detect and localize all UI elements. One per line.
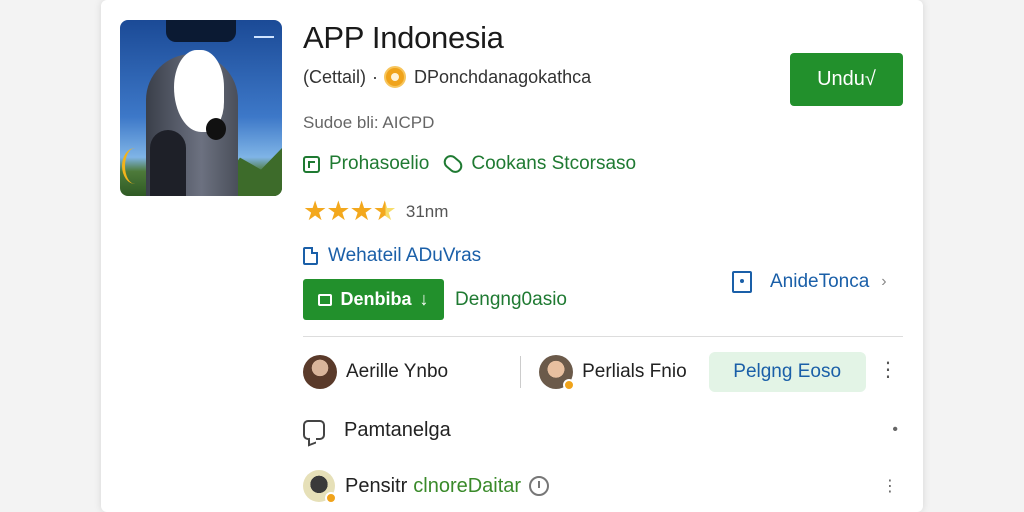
vertical-divider (520, 356, 522, 388)
arch-graphic (150, 130, 186, 196)
avatar[interactable] (539, 355, 576, 391)
separator: · (372, 66, 379, 87)
avatar (303, 470, 337, 504)
app-subline: Sudoe bli: AICPD (303, 113, 435, 132)
arc-graphic (122, 148, 148, 184)
more-vert-icon[interactable]: ⋮ (882, 476, 898, 496)
developer-badge-icon (384, 66, 407, 88)
download-button[interactable]: Denbiba ↓ (303, 279, 444, 320)
tags-row: Prohasoelio Cookans Stcorsaso (303, 152, 636, 176)
side-link-label: AnideTonca (770, 271, 870, 292)
list-item-label: Pamtanelga (344, 418, 451, 441)
chat-bubble-icon (303, 420, 325, 440)
star-rating: ★★★★ (303, 196, 397, 227)
star-half-icon: ★ (372, 196, 397, 226)
developer-link[interactable]: DPonchdanagokathca (414, 67, 591, 88)
phone-notch-graphic (166, 20, 236, 42)
app-title: APP Indonesia (303, 20, 504, 55)
box-icon (318, 293, 333, 306)
users-row: Aerille Ynbo Perlials Fnio Pelgng Eoso ⋮ (303, 352, 903, 392)
badge-icon (563, 379, 576, 391)
rating-row: ★★★★ 31nm (303, 196, 448, 227)
install-button[interactable]: Undu√ (790, 53, 903, 106)
more-dot-icon[interactable]: • (892, 421, 898, 439)
info-square-icon (732, 271, 752, 293)
list-item[interactable]: Pamtanelga • (303, 413, 903, 447)
download-status: Dengng0asio (455, 288, 567, 310)
status-bar-graphic (254, 36, 274, 42)
category-icon (303, 155, 320, 173)
avatar[interactable] (303, 355, 337, 389)
app-detail-card: APP Indonesia (Cettail) · DPonchdanagoka… (101, 0, 923, 512)
list-item[interactable]: Pensitr clnoreDaitar ⋮ (303, 469, 903, 504)
list-item-green-label[interactable]: clnoreDaitar (413, 475, 521, 498)
star-icon: ★ (303, 196, 327, 226)
chevron-right-icon: › (881, 273, 887, 290)
developer-row: (Cettail) · DPonchdanagokathca (303, 66, 591, 88)
star-icon: ★ (349, 196, 373, 226)
rating-count: 31nm (405, 201, 449, 221)
tag-second[interactable]: Cookans Stcorsaso (471, 153, 636, 175)
detail-label: (Cettail) (303, 66, 367, 87)
dot-graphic (206, 118, 226, 140)
more-vert-icon[interactable]: ⋮ (878, 360, 898, 380)
pill-button[interactable]: Pelgng Eoso (708, 352, 866, 392)
badge-icon (325, 492, 337, 504)
list-item-label: Pensitr (345, 474, 408, 497)
divider (303, 336, 903, 337)
user-name[interactable]: Aerille Ynbo (346, 361, 448, 383)
arrow-down-icon: ↓ (419, 289, 429, 309)
action-row: Denbiba ↓ Dengng0asio (303, 279, 567, 320)
star-icon: ★ (326, 196, 350, 226)
download-label: Denbiba (340, 289, 412, 309)
app-icon[interactable] (120, 20, 282, 196)
tag-icon (441, 152, 466, 176)
website-link[interactable]: Wehateil ADuVras (303, 245, 481, 267)
document-icon (303, 247, 318, 265)
website-link-label: Wehateil ADuVras (328, 245, 482, 266)
tag-first[interactable]: Prohasoelio (329, 153, 429, 175)
user-name[interactable]: Perlials Fnio (582, 361, 687, 383)
side-link[interactable]: AnideTonca › (732, 271, 887, 293)
clock-icon (529, 476, 550, 496)
